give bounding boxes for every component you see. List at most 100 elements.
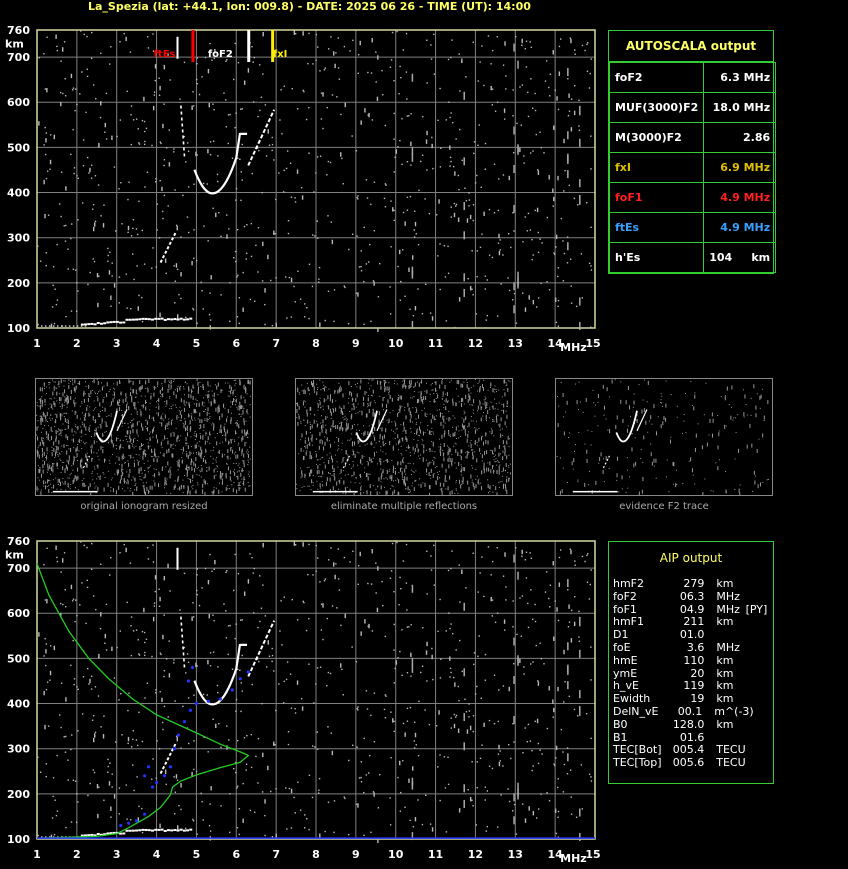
noise-dot (409, 819, 411, 822)
thumb-noise (180, 448, 182, 450)
thumb-noise (78, 438, 80, 443)
noise-dot (77, 688, 79, 691)
noise-dot (459, 90, 461, 92)
thumb-noise (330, 425, 332, 427)
thumb-noise (408, 385, 410, 390)
thumb-noise (66, 422, 68, 424)
thumb-noise (39, 404, 41, 409)
thumb-noise (119, 481, 121, 483)
noise-dot (455, 203, 458, 206)
noise-dot (594, 94, 596, 96)
thumb-noise (192, 484, 194, 486)
thumb-noise (485, 405, 487, 410)
noise-dot (204, 56, 207, 59)
thumb-noise (353, 424, 355, 426)
thumb-noise (307, 444, 309, 446)
thumb-noise (144, 453, 146, 455)
thumb-noise (367, 431, 369, 436)
thumb-noise (462, 466, 464, 471)
noise-dot (73, 167, 76, 169)
thumb-noise (609, 429, 611, 434)
noise-dot (196, 833, 198, 835)
thumb-noise (126, 397, 128, 399)
thumb-noise (64, 472, 66, 474)
thumb-noise (69, 380, 71, 382)
thumb-noise (58, 429, 60, 431)
thumb-noise (756, 448, 758, 453)
thumb-noise (239, 383, 241, 385)
noise-dot (192, 820, 195, 822)
noise-dot (426, 82, 428, 84)
thumb-noise (310, 469, 312, 474)
noise-dot (383, 708, 386, 711)
noise-dot (584, 49, 586, 52)
noise-dot (333, 800, 336, 802)
thumb-noise (434, 466, 436, 468)
noise-dot (318, 266, 321, 269)
thumb-noise (454, 442, 456, 444)
noise-dot (53, 322, 56, 325)
thumb-noise (465, 433, 467, 435)
thumb-noise (416, 428, 418, 430)
thumb-noise (123, 458, 125, 460)
thumb-noise (468, 486, 470, 491)
noise-dot (155, 266, 157, 268)
noise-dot (578, 640, 581, 642)
thumb-noise (681, 432, 683, 434)
noise-dot (370, 72, 373, 74)
ftes-label: ftEs (154, 49, 176, 60)
thumb-noise (320, 389, 322, 391)
noise-dot (428, 723, 431, 726)
noise-dot (44, 325, 47, 327)
noise-dot (141, 831, 144, 834)
noise-dot (192, 602, 194, 604)
thumb-noise (296, 408, 298, 413)
thumb-noise (355, 383, 357, 385)
thumb-noise (136, 433, 138, 435)
thumb-noise (242, 407, 244, 409)
thumb-noise (616, 473, 618, 478)
thumb-noise (352, 398, 354, 400)
noise-dot (138, 805, 140, 808)
thumb-noise (214, 384, 216, 386)
noise-dot (255, 755, 257, 758)
thumb-noise (90, 435, 92, 437)
thumb-noise (87, 461, 89, 463)
noise-dot (426, 39, 428, 41)
thumb-noise (244, 399, 246, 404)
noise-dot (304, 316, 306, 318)
thumb-noise (318, 445, 320, 450)
thumb-noise (468, 422, 470, 427)
thumb-noise (485, 418, 487, 420)
noise-dot (319, 581, 321, 583)
thumb-noise (358, 429, 360, 431)
thumb-noise (122, 422, 124, 424)
noise-dot (107, 758, 109, 761)
thumb-noise (240, 416, 242, 418)
thumb-noise (316, 480, 318, 482)
thumb-noise (410, 380, 412, 385)
thumb-noise (479, 447, 481, 452)
thumb-noise (92, 415, 94, 420)
thumb-noise (442, 379, 444, 381)
thumb-noise (483, 412, 485, 414)
noise-dot (285, 276, 287, 278)
thumb-noise (582, 411, 584, 413)
noise-dot (130, 616, 133, 618)
thumb-noise (177, 435, 179, 440)
noise-dot (210, 275, 212, 280)
thumb-noise (220, 424, 222, 429)
noise-dot (174, 189, 176, 191)
thumb-noise (74, 402, 76, 407)
thumb-noise (445, 480, 447, 482)
noise-dot (426, 550, 428, 552)
thumb-noise (375, 488, 377, 490)
thumb-noise (507, 380, 509, 382)
noise-dot (74, 269, 77, 271)
noise-dot (76, 175, 78, 177)
noise-dot (590, 135, 592, 137)
thumb-noise (187, 490, 189, 495)
thumb-noise (304, 390, 306, 395)
noise-dot (460, 61, 463, 63)
noise-dot (590, 226, 592, 229)
